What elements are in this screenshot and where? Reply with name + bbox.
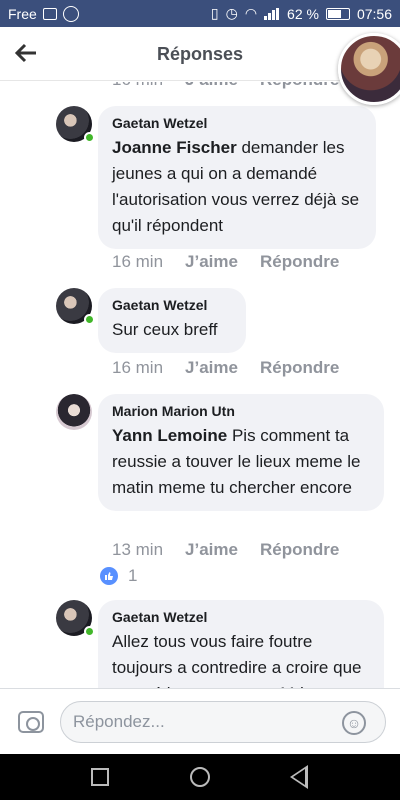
mention-tag[interactable]: Joanne Fischer (112, 138, 237, 157)
like-reaction-icon (100, 567, 118, 585)
photo-icon (42, 7, 57, 20)
reply-button[interactable]: Répondre (260, 540, 339, 560)
online-indicator (84, 314, 95, 325)
like-button[interactable]: J’aime (185, 252, 238, 272)
like-button[interactable]: J’aime (185, 358, 238, 378)
comment-body: Allez tous vous faire foutre toujours a … (112, 632, 362, 688)
comment-bubble[interactable]: Gaetan Wetzel Joanne Fischer demander le… (98, 106, 376, 249)
carrier-label: Free (8, 5, 37, 22)
comment-time: 13 min (112, 540, 164, 559)
nav-back-icon[interactable] (290, 765, 308, 789)
nav-recent-icon[interactable] (91, 768, 109, 786)
like-button[interactable]: J’aime (185, 540, 238, 560)
avatar[interactable] (56, 394, 92, 430)
online-indicator (84, 626, 95, 637)
camera-icon[interactable] (18, 711, 44, 733)
messenger-icon (62, 5, 79, 22)
system-nav-bar (0, 754, 400, 800)
like-button[interactable]: J’aime (185, 82, 238, 90)
nav-home-icon[interactable] (190, 767, 210, 787)
reply-button[interactable]: Répondre (260, 358, 339, 378)
comment-text: Yann Lemoine Pis comment ta reussie a to… (112, 423, 370, 501)
replies-list[interactable]: 16 min J’aime Répondre Gaetan Wetzel Joa… (0, 82, 400, 688)
comment-body: Sur ceux breff (112, 320, 218, 339)
reply-placeholder: Répondez... (73, 712, 165, 731)
vibrate-icon: ▯ (210, 5, 219, 21)
reply-button[interactable]: Répondre (260, 252, 339, 272)
signal-icon (264, 7, 280, 20)
comment-text: Joanne Fischer demander les jeunes a qui… (112, 135, 362, 239)
status-bar: Free ▯ ◷ ◠ 62 % 07:56 (0, 0, 400, 27)
comment-bubble[interactable]: Marion Marion Utn Yann Lemoine Pis comme… (98, 394, 384, 511)
comment-author[interactable]: Gaetan Wetzel (112, 115, 362, 131)
wifi-icon: ◠ (244, 5, 258, 21)
comment-meta: 16 min J’aime Répondre (112, 252, 339, 272)
comment-bubble[interactable]: Gaetan Wetzel Allez tous vous faire fout… (98, 600, 384, 688)
comment-bubble[interactable]: Gaetan Wetzel Sur ceux breff (98, 288, 246, 353)
reply-composer: Répondez... ☺ (0, 688, 400, 754)
comment-meta: 13 min J’aime Répondre (112, 540, 339, 560)
comment-meta: 16 min J’aime Répondre (112, 82, 339, 90)
battery-icon (325, 7, 350, 20)
comment-time: 16 min (112, 252, 164, 271)
comment-time: 16 min (112, 358, 164, 377)
clock: 07:56 (356, 5, 392, 22)
chat-head-avatar[interactable] (338, 33, 400, 105)
comment-time: 16 min (112, 82, 163, 90)
alarm-icon: ◷ (225, 5, 238, 21)
comment-author[interactable]: Marion Marion Utn (112, 403, 370, 419)
reply-button[interactable]: Répondre (260, 82, 339, 90)
reply-input[interactable]: Répondez... (60, 701, 386, 743)
online-indicator (84, 132, 95, 143)
comment-author[interactable]: Gaetan Wetzel (112, 297, 232, 313)
comment-meta: 16 min J’aime Répondre (112, 358, 339, 378)
emoji-icon[interactable]: ☺ (342, 711, 366, 735)
reaction-number: 1 (128, 566, 138, 585)
mention-tag[interactable]: Yann Lemoine (112, 426, 227, 445)
battery-label: 62 % (287, 5, 319, 22)
comment-author[interactable]: Gaetan Wetzel (112, 609, 370, 625)
reaction-count[interactable]: 1 (100, 566, 137, 586)
